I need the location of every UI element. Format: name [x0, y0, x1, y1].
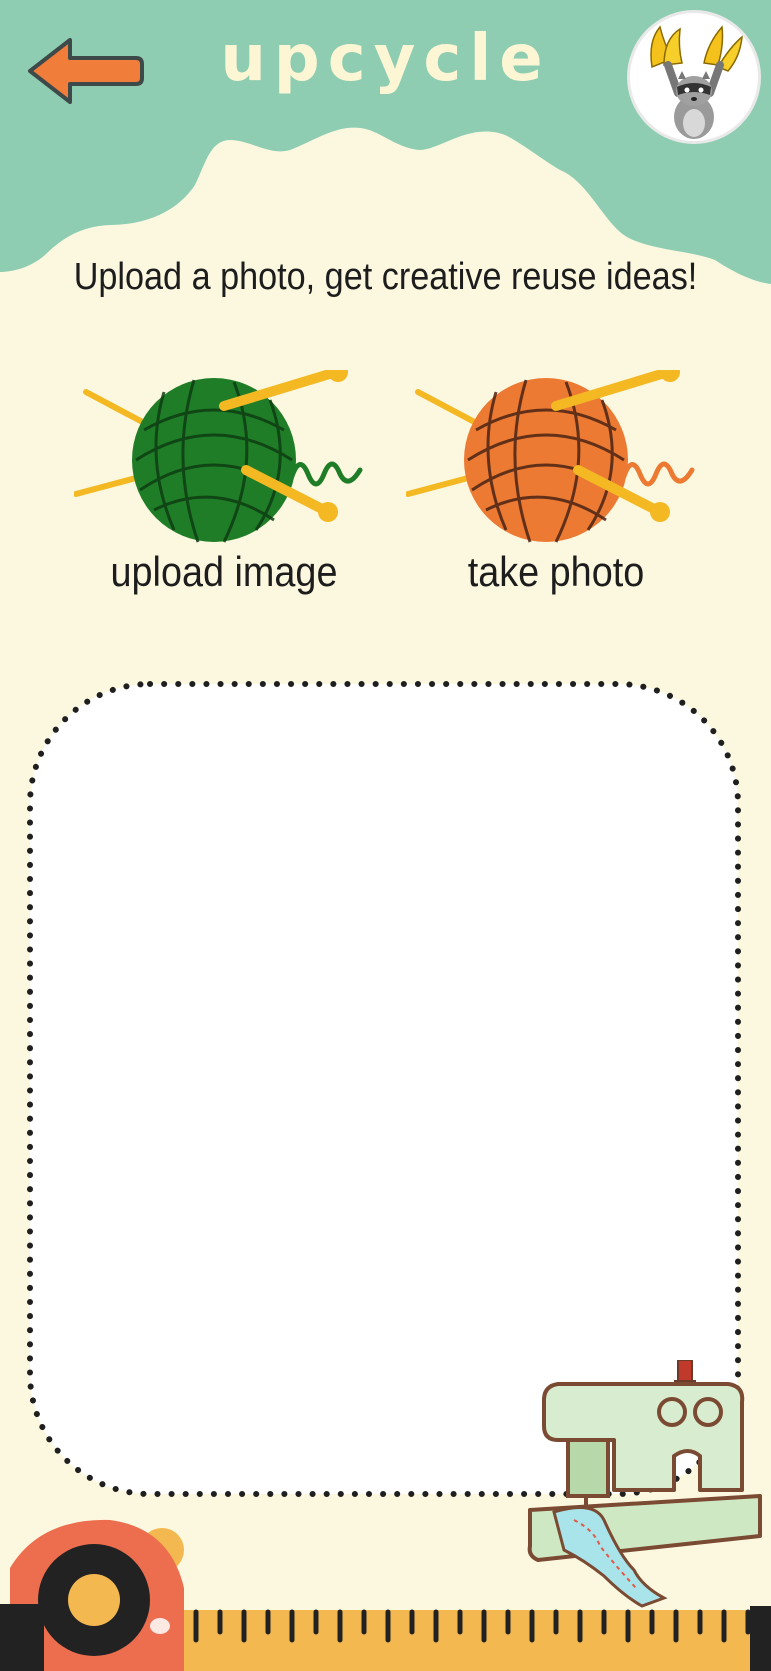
- take-photo-button[interactable]: take photo: [406, 370, 706, 610]
- upload-image-button[interactable]: upload image: [74, 370, 374, 610]
- take-photo-label: take photo: [467, 548, 645, 595]
- upload-image-label: upload image: [110, 548, 338, 595]
- raccoon-avatar-icon: [650, 25, 743, 139]
- sewing-machine-illustration: [527, 1360, 762, 1608]
- page-subtitle: Upload a photo, get creative reuse ideas…: [73, 256, 698, 298]
- tape-measure-illustration: [0, 1519, 184, 1671]
- green-yarn-ball-icon: [74, 370, 363, 543]
- profile-avatar[interactable]: [627, 10, 761, 144]
- orange-yarn-ball-icon: [406, 370, 695, 543]
